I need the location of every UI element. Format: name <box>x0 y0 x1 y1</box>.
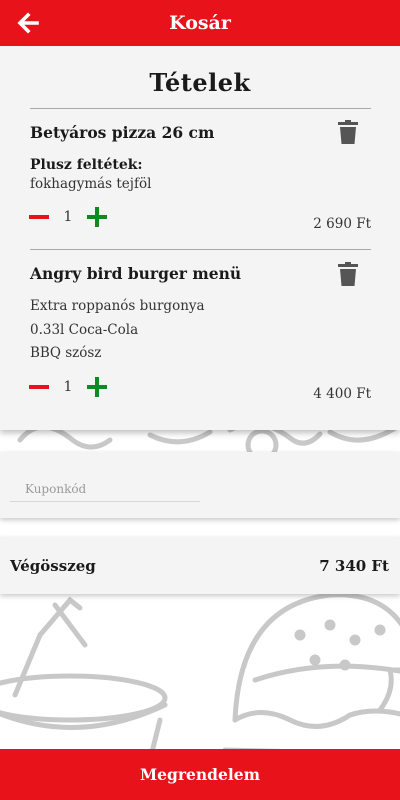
total-label: Végösszeg <box>10 557 96 575</box>
minus-icon <box>29 385 49 389</box>
minus-icon <box>29 215 49 219</box>
quantity-stepper: 1 <box>28 375 108 399</box>
place-order-button[interactable]: Megrendelem <box>0 749 400 800</box>
extra-item: 0.33l Coca-Cola <box>30 322 139 338</box>
delete-item-button[interactable] <box>338 262 360 286</box>
decrease-quantity-button[interactable] <box>28 205 50 229</box>
quantity-value: 1 <box>63 379 73 395</box>
extra-item: fokhagymás tejföl <box>30 176 152 192</box>
coupon-code-input[interactable] <box>10 476 200 502</box>
arrow-left-icon <box>17 12 39 34</box>
item-name: Angry bird burger menü <box>30 264 242 283</box>
trash-icon <box>338 262 358 286</box>
decrease-quantity-button[interactable] <box>28 375 50 399</box>
item-price: 4 400 Ft <box>313 386 371 402</box>
extra-item: BBQ szósz <box>30 345 102 361</box>
cart-items-card: Tételek Betyáros pizza 26 cm Plusz felté… <box>0 46 400 430</box>
item-price: 2 690 Ft <box>313 216 371 232</box>
increase-quantity-button[interactable] <box>86 375 108 399</box>
plus-icon <box>87 377 107 397</box>
plus-icon <box>87 207 107 227</box>
coupon-card <box>0 452 400 518</box>
back-button[interactable] <box>14 9 42 37</box>
total-value: 7 340 Ft <box>319 557 389 575</box>
divider <box>30 249 371 250</box>
page-title: Kosár <box>169 12 231 34</box>
trash-icon <box>338 120 358 144</box>
item-name: Betyáros pizza 26 cm <box>30 123 215 142</box>
delete-item-button[interactable] <box>338 120 360 144</box>
divider <box>30 108 371 109</box>
quantity-value: 1 <box>63 209 73 225</box>
increase-quantity-button[interactable] <box>86 205 108 229</box>
extras-label: Plusz feltétek: <box>30 157 143 173</box>
quantity-stepper: 1 <box>28 205 108 229</box>
extra-item: Extra roppanós burgonya <box>30 298 205 314</box>
total-card: Végösszeg 7 340 Ft <box>0 537 400 594</box>
app-header: Kosár <box>0 0 400 46</box>
cart-heading: Tételek <box>149 68 251 97</box>
